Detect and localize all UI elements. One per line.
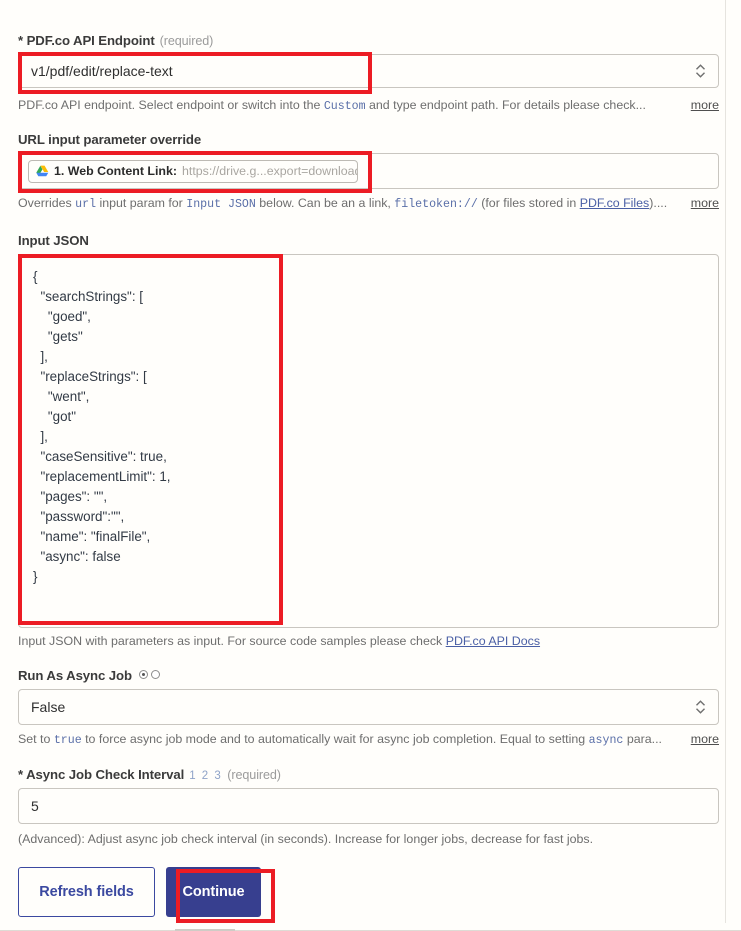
run-async-job-value: False xyxy=(31,699,65,715)
run-async-job-select[interactable]: False xyxy=(18,689,719,725)
help-api-endpoint-mono: Custom xyxy=(324,100,366,113)
pdfco-api-docs-link[interactable]: PDF.co API Docs xyxy=(446,634,540,648)
field-input-json: Input JSON xyxy=(18,233,719,254)
label-api-endpoint-required: (required) xyxy=(160,34,214,48)
label-run-async-job-text: Run As Async Job xyxy=(18,668,132,683)
check-interval-input[interactable]: 5 xyxy=(18,788,719,824)
radio-custom-mode[interactable] xyxy=(151,670,160,679)
help-url-b: input param for xyxy=(96,196,186,210)
google-drive-icon xyxy=(36,165,49,177)
label-input-json: Input JSON xyxy=(18,233,719,248)
field-run-async-job: Run As Async Job False xyxy=(18,667,719,725)
chevron-updown-icon[interactable] xyxy=(695,63,706,79)
help-url-a: Overrides xyxy=(18,196,75,210)
chip-label-text: 1. Web Content Link: xyxy=(54,164,177,178)
label-check-interval-steps: 1 2 3 xyxy=(189,770,222,782)
pdfco-files-link[interactable]: PDF.co Files xyxy=(580,196,650,210)
help-api-endpoint-b: and type endpoint path. For details plea… xyxy=(366,98,646,112)
label-check-interval: * Async Job Check Interval 1 2 3 (required… xyxy=(18,767,719,782)
more-link-url-override[interactable]: more xyxy=(691,196,719,210)
label-run-async-job: Run As Async Job xyxy=(18,667,719,683)
help-run-async-job: Set to true to force async job mode and … xyxy=(18,732,719,747)
chevron-updown-icon[interactable] xyxy=(695,699,706,715)
input-json-textarea[interactable]: { "searchStrings": [ "goed", "gets" ], "… xyxy=(18,254,719,628)
help-async-mono-true: true xyxy=(54,734,82,747)
help-url-c: below. Can be an a link, xyxy=(256,196,394,210)
help-async-c: para... xyxy=(623,732,662,746)
field-check-interval: * Async Job Check Interval 1 2 3 (required… xyxy=(18,767,719,824)
help-async-b: to force async job mode and to automatic… xyxy=(82,732,589,746)
label-check-interval-required: (required) xyxy=(227,768,281,782)
refresh-fields-button[interactable]: Refresh fields xyxy=(18,867,155,917)
help-async-mono-async: async xyxy=(589,734,624,747)
help-url-d: (for files stored in xyxy=(478,196,580,210)
label-api-endpoint: * PDF.co API Endpoint (required) xyxy=(18,33,719,48)
help-api-endpoint: PDF.co API endpoint. Select endpoint or … xyxy=(18,98,719,113)
web-content-link-chip[interactable]: 1. Web Content Link: https://drive.g...e… xyxy=(28,160,358,183)
label-url-override: URL input parameter override xyxy=(18,132,719,147)
check-interval-value: 5 xyxy=(31,798,39,814)
radio-dropdown-mode[interactable] xyxy=(139,670,148,679)
more-link-api-endpoint[interactable]: more xyxy=(691,98,719,112)
more-link-run-async-job[interactable]: more xyxy=(691,732,719,746)
api-endpoint-select[interactable]: v1/pdf/edit/replace-text xyxy=(18,54,719,88)
input-json-value: { "searchStrings": [ "goed", "gets" ], "… xyxy=(19,255,718,599)
help-input-json: Input JSON with parameters as input. For… xyxy=(18,634,719,648)
panel-right-divider xyxy=(725,0,726,923)
help-api-endpoint-a: PDF.co API endpoint. Select endpoint or … xyxy=(18,98,324,112)
help-url-mono-filetoken: filetoken:// xyxy=(394,198,478,211)
help-json-a: Input JSON with parameters as input. For… xyxy=(18,634,446,648)
help-url-override: Overrides url input param for Input JSON… xyxy=(18,196,719,211)
help-url-e: ).... xyxy=(649,196,667,210)
label-check-interval-text: * Async Job Check Interval xyxy=(18,767,184,782)
api-endpoint-value: v1/pdf/edit/replace-text xyxy=(31,63,173,79)
form-panel: * PDF.co API Endpoint (required) v1/pdf/e… xyxy=(0,0,741,931)
help-check-interval: (Advanced): Adjust async job check inter… xyxy=(18,832,719,846)
form-action-buttons: Refresh fields Continue xyxy=(18,867,261,917)
chip-url-text: https://drive.g...export=download xyxy=(182,164,358,178)
label-api-endpoint-text: * PDF.co API Endpoint xyxy=(18,33,155,48)
field-api-endpoint: * PDF.co API Endpoint (required) v1/pdf/e… xyxy=(18,33,719,88)
field-url-override: URL input parameter override 1. Web Cont… xyxy=(18,132,719,189)
url-override-input[interactable]: 1. Web Content Link: https://drive.g...e… xyxy=(18,153,719,189)
continue-button[interactable]: Continue xyxy=(166,867,261,917)
help-async-a: Set to xyxy=(18,732,54,746)
async-job-mode-radios[interactable] xyxy=(139,667,163,682)
help-url-mono-inputjson: Input JSON xyxy=(186,198,256,211)
help-url-mono-url: url xyxy=(75,198,96,211)
